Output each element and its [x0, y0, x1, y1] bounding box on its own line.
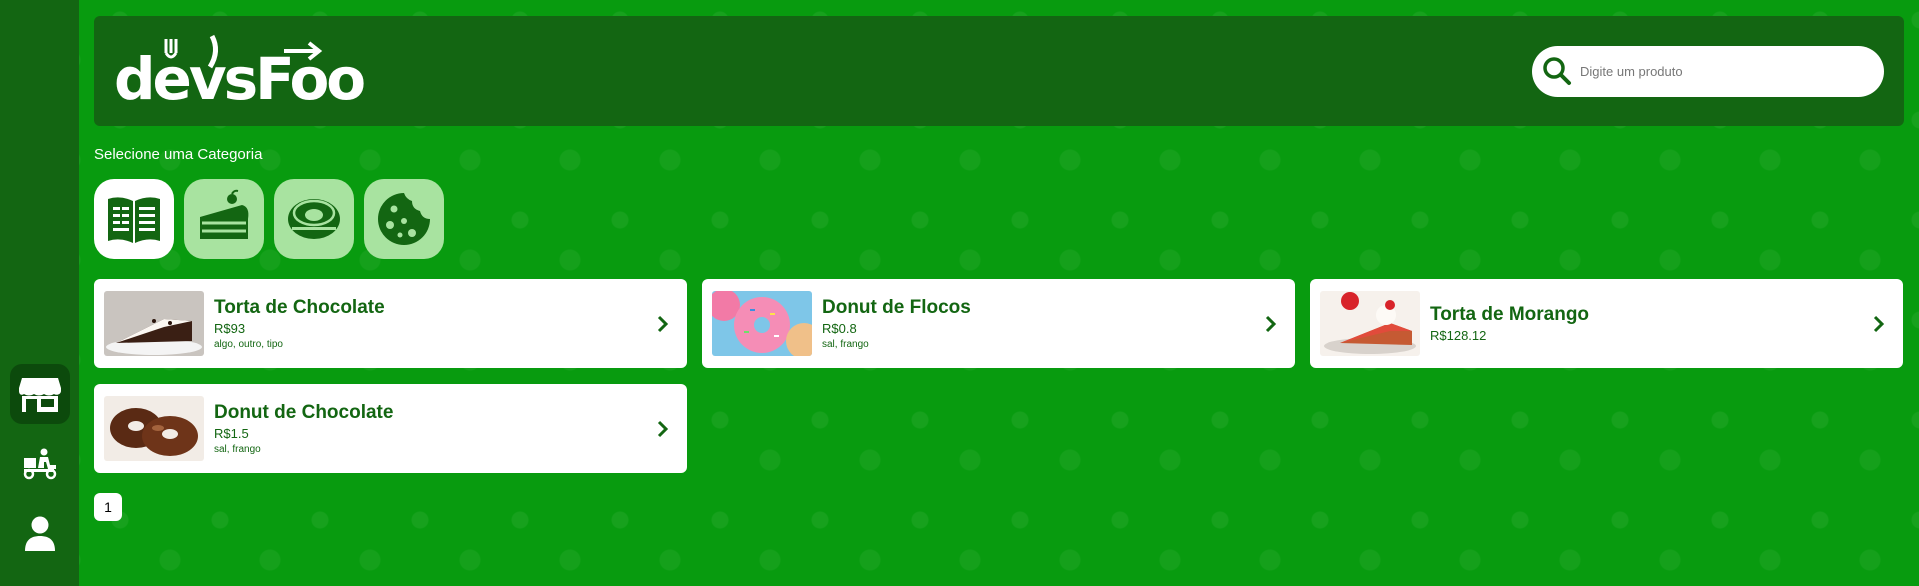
product-image [1320, 291, 1420, 356]
product-name: Torta de Chocolate [214, 297, 385, 318]
product-ingredients: sal, frango [214, 444, 261, 455]
product-card[interactable]: Donut de Flocos R$0.8 sal, frango [702, 279, 1295, 368]
cake-icon [200, 189, 249, 239]
product-price: R$93 [214, 321, 246, 336]
chevron-right-icon [1873, 315, 1885, 332]
donut-icon [288, 199, 340, 239]
product-card[interactable]: Torta de Chocolate R$93 algo, outro, tip… [94, 279, 687, 368]
category-title: Selecione uma Categoria [94, 146, 263, 163]
header: devsFoo d [94, 16, 1904, 126]
category-cookies[interactable] [364, 179, 444, 259]
product-grid: Torta de Chocolate R$93 algo, outro, tip… [94, 279, 1904, 473]
product-image [104, 291, 204, 356]
product-ingredients: sal, frango [822, 339, 869, 350]
product-name: Donut de Chocolate [214, 402, 394, 423]
product-card[interactable]: Donut de Chocolate R$1.5 sal, frango [94, 384, 687, 473]
logo-text: devsFood [114, 45, 364, 111]
menu-book-icon [108, 197, 160, 243]
category-list [94, 179, 1904, 259]
product-card[interactable]: Torta de Morango R$128.12 [1310, 279, 1903, 368]
cookie-icon [378, 193, 430, 245]
main-content: devsFood Selecione uma Categoria [79, 0, 1919, 586]
product-name: Torta de Morango [1430, 304, 1590, 325]
sidebar-item-profile[interactable] [10, 504, 70, 564]
search-icon [1543, 57, 1571, 85]
product-image [104, 396, 204, 461]
store-icon [18, 378, 61, 412]
user-icon [24, 516, 55, 551]
pagination: 1 [94, 493, 1904, 521]
category-cakes[interactable] [184, 179, 264, 259]
product-price: R$128.12 [1430, 328, 1487, 343]
devsfood-logo: devsFood [114, 34, 364, 111]
product-name: Donut de Flocos [822, 297, 971, 318]
sidebar [0, 0, 79, 586]
category-donuts[interactable] [274, 179, 354, 259]
delivery-icon [23, 448, 56, 480]
chevron-right-icon [657, 420, 669, 437]
category-all[interactable] [94, 179, 174, 259]
search-input[interactable] [1580, 63, 1860, 79]
product-ingredients: algo, outro, tipo [214, 339, 283, 350]
chevron-right-icon [657, 315, 669, 332]
sidebar-item-store[interactable] [9, 364, 70, 424]
page-button-1[interactable]: 1 [94, 493, 122, 521]
product-image [712, 291, 812, 356]
product-price: R$0.8 [822, 321, 857, 336]
chevron-right-icon [1265, 315, 1277, 332]
logo[interactable]: devsFood [114, 31, 364, 111]
product-price: R$1.5 [214, 426, 249, 441]
search-box [1532, 45, 1884, 97]
sidebar-item-delivery[interactable] [10, 434, 70, 494]
